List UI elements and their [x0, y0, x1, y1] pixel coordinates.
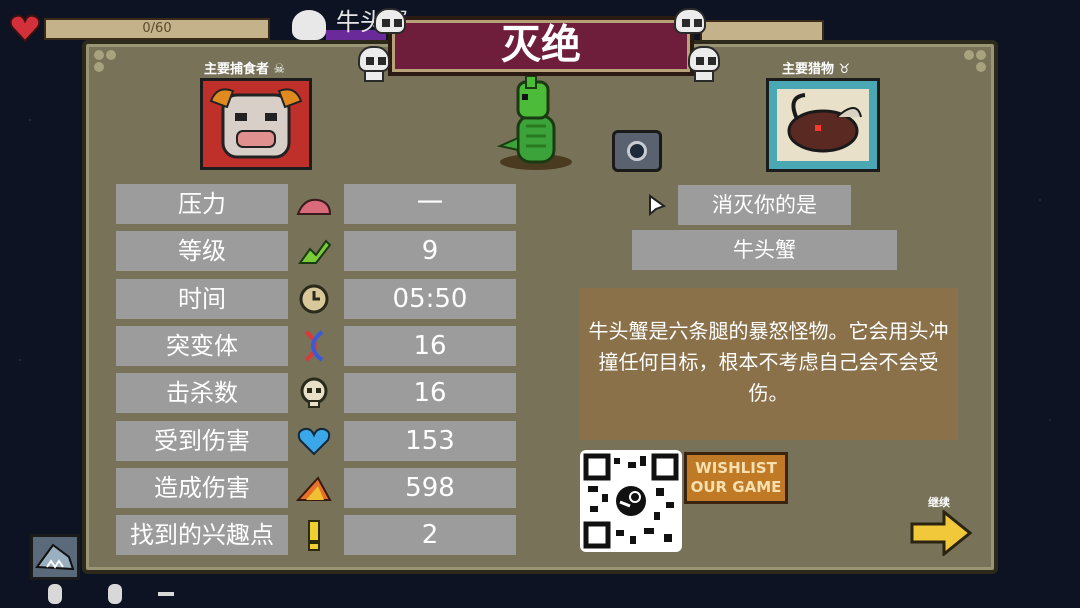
- prey-small-icon: ♉: [838, 62, 851, 77]
- corner-decoration: [956, 50, 986, 80]
- prey-portrait: [766, 78, 880, 172]
- shark-icon: [35, 543, 75, 571]
- pointer-cursor-icon: [649, 194, 666, 216]
- mouse-left-icon: [48, 584, 62, 604]
- prey-portrait-frame: [777, 89, 869, 161]
- clock-icon: [299, 284, 329, 314]
- health-heart-icon: [10, 14, 40, 42]
- stat-label: 找到的兴趣点: [116, 515, 288, 555]
- stat-label: 压力: [116, 184, 288, 224]
- qr-code-icon: [583, 453, 679, 549]
- skull-icon: [356, 46, 392, 84]
- mouse-right-icon: [108, 584, 122, 604]
- corner-decoration: [94, 50, 124, 80]
- skull-icon: [372, 8, 408, 46]
- exclamation-icon: [308, 520, 320, 551]
- stat-label: 突变体: [116, 326, 288, 366]
- key-hint-icon: [158, 592, 174, 596]
- skull-kills-icon: [300, 377, 328, 408]
- experience-bar: 0/60: [44, 18, 270, 40]
- page-title: 灭绝: [501, 22, 581, 68]
- predator-portrait: [200, 78, 312, 170]
- stat-value: 05:50: [344, 279, 516, 319]
- enemy-skull-icon: [292, 10, 326, 40]
- steam-qr-code[interactable]: [580, 450, 682, 552]
- player-creature-icon: [496, 76, 572, 170]
- prey-label: 主要猎物 ♉: [782, 62, 851, 77]
- stat-value: 一: [344, 184, 516, 224]
- killed-by-label: 消灭你的是: [678, 185, 851, 225]
- stat-label: 造成伤害: [116, 468, 288, 508]
- skull-icon: [686, 46, 722, 84]
- heart-icon: [297, 427, 331, 456]
- dna-icon: [304, 330, 324, 362]
- continue-arrow-button[interactable]: [910, 510, 972, 556]
- wishlist-banner[interactable]: WISHLIST OUR GAME: [684, 452, 788, 504]
- killer-description: 牛头蟹是六条腿的暴怒怪物。它会用头冲撞任何目标，根本不考虑自己会不会受伤。: [579, 288, 958, 440]
- skull-small-icon: ☠: [273, 62, 286, 77]
- stat-value: 16: [344, 373, 516, 413]
- stat-value: 2: [344, 515, 516, 555]
- stat-value: 9: [344, 231, 516, 271]
- character-portrait: [30, 534, 80, 580]
- skull-icon: [672, 8, 708, 46]
- predator-label: 主要捕食者 ☠: [204, 62, 286, 77]
- stat-label: 等级: [116, 231, 288, 271]
- beetle-creature-icon: [787, 93, 862, 153]
- stat-label: 时间: [116, 279, 288, 319]
- experience-text: 0/60: [142, 21, 172, 36]
- stat-value: 16: [344, 326, 516, 366]
- damage-icon: [296, 476, 332, 501]
- camera-lens-icon: [627, 141, 647, 161]
- bull-crab-face-icon: [209, 88, 303, 159]
- level-up-icon: [298, 239, 332, 264]
- stat-label: 受到伤害: [116, 421, 288, 461]
- continue-label: 继续: [928, 496, 950, 509]
- screenshot-camera-button[interactable]: [612, 130, 662, 172]
- title-banner: 灭绝: [388, 16, 694, 76]
- stat-value: 598: [344, 468, 516, 508]
- killer-name: 牛头蟹: [632, 230, 897, 270]
- pressure-icon: [296, 198, 332, 215]
- stat-label: 击杀数: [116, 373, 288, 413]
- stat-value: 153: [344, 421, 516, 461]
